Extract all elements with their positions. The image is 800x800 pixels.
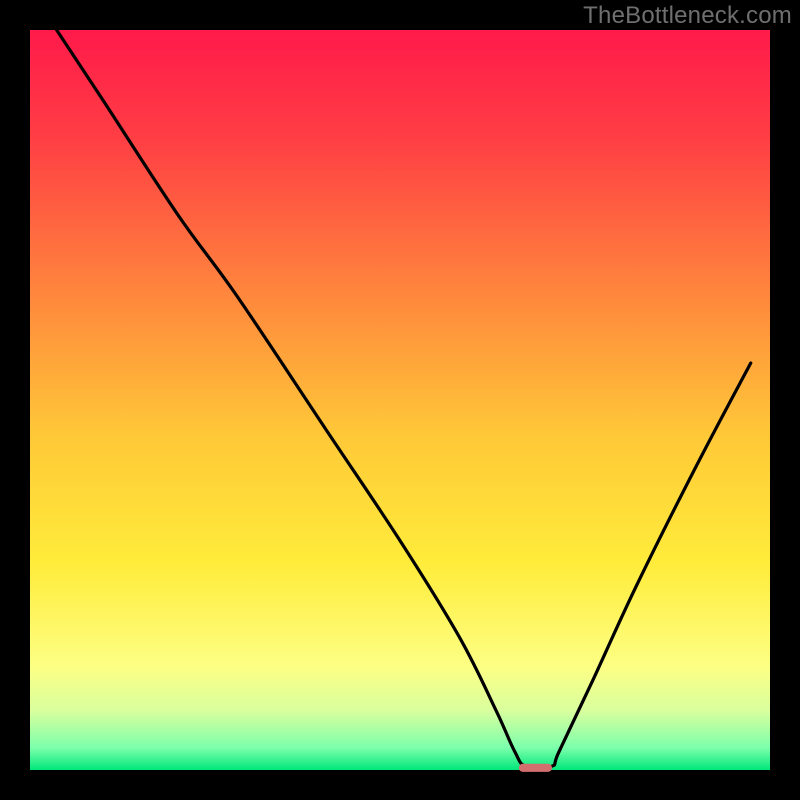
optimal-marker [519, 764, 552, 772]
chart-container: TheBottleneck.com [0, 0, 800, 800]
watermark-text: TheBottleneck.com [583, 2, 792, 30]
plot-background [30, 30, 770, 770]
bottleneck-chart [0, 0, 800, 800]
